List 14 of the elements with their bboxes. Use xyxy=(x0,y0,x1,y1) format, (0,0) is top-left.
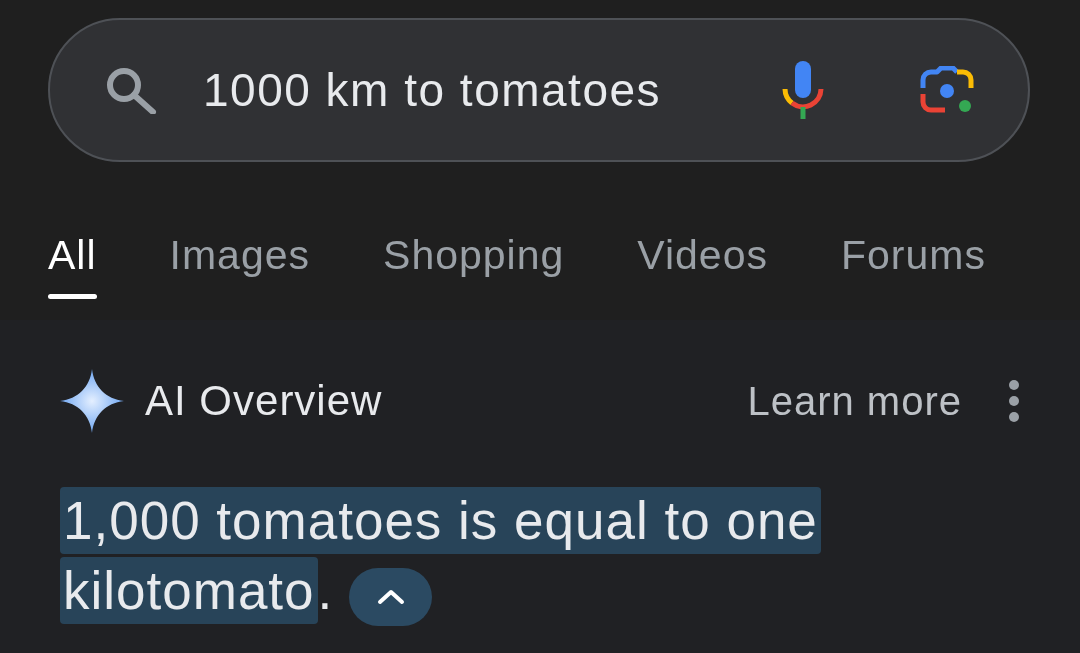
search-field[interactable]: 1000 km to tomatoes xyxy=(203,60,761,120)
search-icon[interactable] xyxy=(105,66,157,114)
tab[interactable]: All xyxy=(48,231,97,279)
learn-more-link[interactable]: Learn more xyxy=(747,378,962,424)
chevron-icon xyxy=(376,589,405,605)
sparkle-icon xyxy=(60,369,124,433)
tab[interactable]: Forums xyxy=(840,231,986,279)
tab[interactable]: Images xyxy=(169,231,311,279)
tab[interactable]: Shopping xyxy=(383,231,565,279)
more-options-icon[interactable] xyxy=(1006,379,1022,423)
microphone-icon[interactable] xyxy=(781,61,825,119)
section-title: AI Overview xyxy=(145,377,383,425)
camera-icon[interactable] xyxy=(919,66,975,114)
tab[interactable]: Videos xyxy=(637,231,768,279)
